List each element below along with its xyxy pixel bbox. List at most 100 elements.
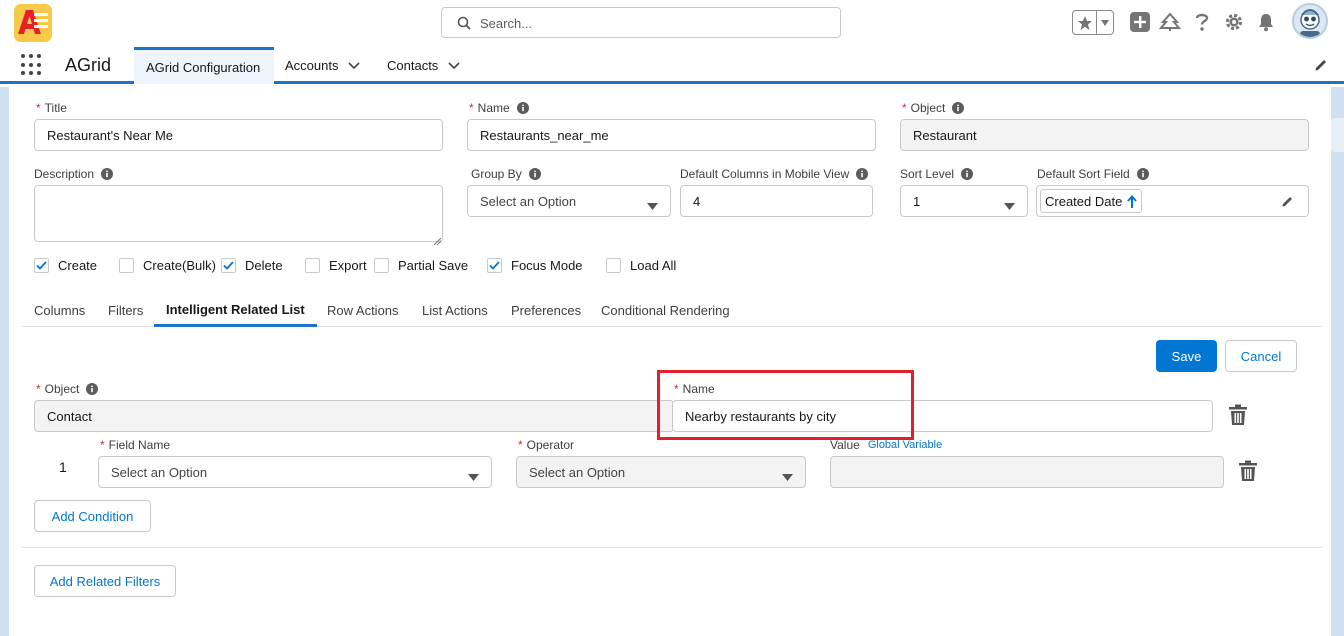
checkbox-delete[interactable]: Delete — [221, 258, 283, 273]
group-by-select[interactable]: Select an Option — [467, 185, 671, 217]
value-field — [830, 456, 1224, 488]
main-content: * Title Restaurant's Near Me * Name Rest… — [9, 87, 1331, 636]
tab-preferences[interactable]: Preferences — [499, 294, 593, 327]
label-text: Object — [910, 101, 946, 115]
related-object-label: * Object — [36, 382, 99, 396]
value-label: Value Global Variable — [830, 438, 942, 452]
star-icon[interactable] — [1073, 11, 1097, 34]
checkbox-export[interactable]: Export — [305, 258, 367, 273]
info-icon[interactable] — [101, 168, 114, 180]
tab-conditional-rendering[interactable]: Conditional Rendering — [589, 294, 742, 327]
chevron-down-icon[interactable] — [1097, 11, 1113, 34]
bell-icon[interactable] — [1255, 11, 1277, 33]
search-icon — [457, 16, 471, 33]
info-icon[interactable] — [1136, 168, 1149, 180]
checkbox-create[interactable]: Create — [34, 258, 97, 273]
info-icon[interactable] — [856, 168, 869, 180]
field-value: Select an Option — [111, 464, 208, 480]
checkbox-load-all[interactable]: Load All — [606, 258, 676, 273]
checkbox-box[interactable] — [221, 258, 236, 273]
tab-columns[interactable]: Columns — [22, 294, 97, 327]
button-label: Cancel — [1240, 348, 1282, 364]
tab-label: Preferences — [511, 303, 582, 318]
sort-level-select[interactable]: 1 — [900, 185, 1028, 217]
group-by-label: Group By — [471, 167, 541, 181]
info-icon[interactable] — [516, 102, 529, 114]
navigation-bar: AGrid AGrid Configuration Accounts Conta… — [0, 46, 1344, 84]
label-text: Description — [34, 167, 95, 181]
gear-icon[interactable] — [1223, 11, 1245, 33]
field-value: Restaurant's Near Me — [47, 127, 174, 143]
checkbox-box[interactable] — [606, 258, 621, 273]
help-icon[interactable] — [1191, 11, 1213, 33]
nav-tab-agrid-configuration[interactable]: AGrid Configuration — [134, 47, 274, 84]
side-panel-handle[interactable] — [1331, 118, 1344, 152]
checkbox-box[interactable] — [34, 258, 49, 273]
required-marker: * — [902, 101, 907, 115]
checkbox-box[interactable] — [487, 258, 502, 273]
object-field: Restaurant — [900, 119, 1309, 151]
info-icon[interactable] — [961, 168, 974, 180]
edit-icon[interactable] — [1281, 195, 1294, 211]
resize-grip-icon[interactable] — [433, 233, 442, 248]
trash-icon[interactable] — [1238, 460, 1258, 485]
name-field[interactable]: Restaurants_near_me — [467, 119, 876, 151]
checkbox-partial-save[interactable]: Partial Save — [374, 258, 468, 273]
trash-icon[interactable] — [1228, 404, 1248, 429]
tab-list-actions[interactable]: List Actions — [410, 294, 500, 327]
background-right — [1331, 87, 1344, 636]
tab-intelligent-related-list[interactable]: Intelligent Related List — [154, 294, 317, 327]
checkbox-box[interactable] — [119, 258, 134, 273]
label-text: Default Columns in Mobile View — [680, 167, 850, 181]
operator-select[interactable]: Select an Option — [516, 456, 806, 488]
chevron-down-icon[interactable] — [448, 61, 460, 70]
cancel-button[interactable]: Cancel — [1225, 340, 1297, 372]
default-sort-field[interactable]: Created Date — [1036, 185, 1309, 217]
checkbox-box[interactable] — [305, 258, 320, 273]
field-value: Restaurants_near_me — [480, 127, 609, 143]
default-columns-mobile-field[interactable]: 4 — [680, 185, 873, 217]
title-field[interactable]: Restaurant's Near Me — [34, 119, 443, 151]
info-icon[interactable] — [86, 383, 99, 395]
label-text: Value — [830, 438, 860, 452]
condition-row-number: 1 — [59, 459, 67, 475]
info-icon[interactable] — [952, 102, 965, 114]
info-icon[interactable] — [528, 168, 541, 180]
plus-icon[interactable] — [1129, 11, 1151, 33]
field-value: Restaurant — [913, 127, 977, 143]
config-tabs: Columns Filters Intelligent Related List… — [22, 294, 1322, 327]
tab-filters[interactable]: Filters — [96, 294, 155, 327]
sort-field-pill[interactable]: Created Date — [1040, 189, 1143, 213]
label-text: Group By — [471, 167, 522, 181]
field-value: Select an Option — [480, 193, 577, 209]
checkbox-focus-mode[interactable]: Focus Mode — [487, 258, 583, 273]
sort-level-label: Sort Level — [900, 167, 974, 181]
description-textarea[interactable] — [34, 185, 443, 242]
chevron-down-icon[interactable] — [348, 61, 361, 70]
save-button[interactable]: Save — [1156, 340, 1217, 372]
app-logo-icon[interactable] — [14, 4, 52, 42]
avatar[interactable] — [1292, 3, 1328, 39]
nav-tab-contacts[interactable]: Contacts — [375, 47, 472, 84]
tab-row-actions[interactable]: Row Actions — [315, 294, 411, 327]
favorites-group — [1072, 10, 1114, 35]
field-value: Contact — [47, 408, 92, 424]
label-text: Field Name — [108, 438, 171, 452]
global-variable-link[interactable]: Global Variable — [868, 439, 942, 451]
add-related-filters-button[interactable]: Add Related Filters — [34, 565, 176, 597]
checkbox-label: Create(Bulk) — [143, 258, 216, 273]
global-search[interactable] — [441, 7, 841, 38]
field-name-select[interactable]: Select an Option — [98, 456, 492, 488]
field-value: Select an Option — [529, 464, 626, 480]
nav-tab-accounts[interactable]: Accounts — [273, 47, 372, 84]
related-object-field: Contact — [34, 400, 674, 432]
app-launcher-icon[interactable] — [21, 54, 43, 76]
trailhead-icon[interactable] — [1159, 11, 1181, 33]
checkbox-create-bulk[interactable]: Create(Bulk) — [119, 258, 216, 273]
search-input[interactable] — [480, 13, 820, 33]
arrow-up-icon[interactable] — [1127, 194, 1138, 208]
checkbox-box[interactable] — [374, 258, 389, 273]
add-condition-button[interactable]: Add Condition — [34, 500, 151, 532]
edit-nav-icon[interactable] — [1314, 58, 1328, 75]
description-label: Description — [34, 167, 114, 181]
